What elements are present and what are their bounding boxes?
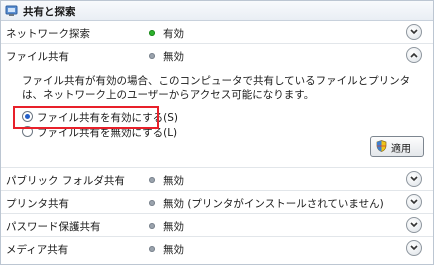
status-on-icon xyxy=(149,30,155,36)
row-password-protected-sharing[interactable]: パスワード保護共有 無効 xyxy=(1,214,433,236)
media-sharing-label: メディア共有 xyxy=(6,244,69,256)
file-sharing-details: ファイル共有が有効の場合、このコンピュータで共有しているファイルとプリンタは、ネ… xyxy=(1,65,433,167)
expand-chevron-icon[interactable] xyxy=(406,217,422,233)
status-off-icon xyxy=(149,177,155,183)
password-protected-label: パスワード保護共有 xyxy=(6,221,101,233)
apply-button[interactable]: 適用 xyxy=(370,136,424,157)
row-file-sharing[interactable]: ファイル共有 無効 xyxy=(1,44,433,66)
status-off-icon xyxy=(149,53,155,59)
public-folder-status: 無効 xyxy=(149,173,184,188)
media-sharing-status: 無効 xyxy=(149,242,184,257)
collapse-chevron-icon[interactable] xyxy=(406,47,422,63)
file-sharing-status: 無効 xyxy=(149,49,184,64)
row-printer-sharing[interactable]: プリンタ共有 無効 (プリンタがインストールされていません) xyxy=(1,191,433,213)
row-network-discovery[interactable]: ネットワーク探索 有効 xyxy=(1,21,433,43)
file-sharing-label: ファイル共有 xyxy=(6,51,69,63)
public-folder-label: パブリック フォルダ共有 xyxy=(6,175,125,187)
panel-title: 共有と探索 xyxy=(23,6,76,18)
file-sharing-description: ファイル共有が有効の場合、このコンピュータで共有しているファイルとプリンタは、ネ… xyxy=(22,75,411,101)
password-protected-status: 無効 xyxy=(149,219,184,234)
expand-chevron-icon[interactable] xyxy=(406,24,422,40)
status-off-icon xyxy=(149,246,155,252)
row-public-folder-sharing[interactable]: パブリック フォルダ共有 無効 xyxy=(1,168,433,190)
network-discovery-label: ネットワーク探索 xyxy=(6,28,90,40)
expand-chevron-icon[interactable] xyxy=(406,240,422,256)
printer-sharing-label: プリンタ共有 xyxy=(6,198,69,210)
sharing-icon xyxy=(5,4,18,17)
highlight-box xyxy=(13,106,159,129)
row-media-sharing[interactable]: メディア共有 無効 xyxy=(1,237,433,259)
expand-chevron-icon[interactable] xyxy=(406,171,422,187)
expand-chevron-icon[interactable] xyxy=(406,194,422,210)
uac-shield-icon xyxy=(376,140,387,155)
printer-sharing-status: 無効 (プリンタがインストールされていません) xyxy=(149,196,384,211)
network-discovery-status: 有効 xyxy=(149,26,184,41)
status-off-icon xyxy=(149,223,155,229)
status-off-icon xyxy=(149,200,155,206)
panel-header: 共有と探索 xyxy=(1,1,433,21)
